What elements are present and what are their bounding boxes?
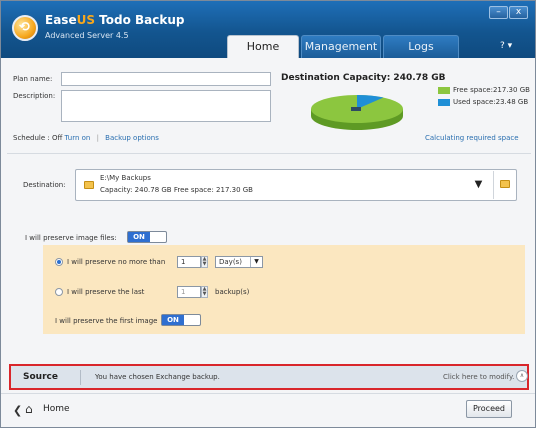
app-logo-icon: ⟲: [12, 15, 38, 41]
schedule-status: Schedule : Off: [13, 134, 63, 142]
description-input[interactable]: [61, 90, 271, 122]
schedule-separator: |: [96, 134, 99, 142]
app-subtitle: Advanced Server 4.5: [45, 31, 129, 40]
plan-name-input[interactable]: [61, 72, 271, 86]
destination-label: Destination:: [23, 181, 66, 189]
preserve-toggle[interactable]: ON: [127, 231, 167, 243]
calculating-space-link[interactable]: Calculating required space: [425, 134, 519, 142]
destination-path: E:\My Backups: [100, 174, 151, 182]
drive-icon: [351, 107, 361, 111]
source-divider: [80, 370, 81, 385]
tab-logs[interactable]: Logs: [383, 35, 459, 58]
preserve-last-spinner[interactable]: ▲ ▼: [201, 286, 208, 298]
destination-dropdown-icon[interactable]: ▼: [468, 171, 489, 199]
divider: [7, 153, 531, 154]
free-space-swatch: [438, 87, 450, 94]
close-button[interactable]: x: [509, 6, 528, 19]
used-space-swatch: [438, 99, 450, 106]
tab-management[interactable]: Management: [301, 35, 381, 58]
destination-field[interactable]: E:\My Backups Capacity: 240.78 GB Free s…: [75, 169, 517, 201]
home-link[interactable]: Home: [43, 404, 70, 414]
app-window: ⟲ EaseUS Todo Backup Advanced Server 4.5…: [0, 0, 536, 428]
home-icon[interactable]: ⌂: [25, 402, 33, 416]
preserve-last-input[interactable]: 1: [177, 286, 201, 298]
preserve-last-radio[interactable]: [55, 288, 63, 296]
description-label: Description:: [13, 92, 56, 100]
backup-options-link[interactable]: Backup options: [105, 134, 159, 142]
free-space-label: Free space:217.30 GB: [453, 86, 530, 94]
preserve-last-label: I will preserve the last: [67, 288, 145, 296]
source-title: Source: [23, 372, 58, 382]
help-menu-icon[interactable]: ? ▾: [500, 41, 512, 51]
source-bar[interactable]: Source You have chosen Exchange backup. …: [9, 364, 529, 390]
select-arrow-icon: ▼: [250, 257, 262, 267]
used-space-label: Used space:23.48 GB: [453, 98, 529, 106]
minimize-button[interactable]: –: [489, 6, 508, 19]
chevron-up-icon[interactable]: ∧: [516, 370, 528, 382]
proceed-button[interactable]: Proceed: [466, 400, 512, 418]
bottom-bar: ❮ ⌂ Home Proceed: [1, 393, 535, 427]
preserve-days-spinner[interactable]: ▲ ▼: [201, 256, 208, 268]
destination-capacity-title: Destination Capacity: 240.78 GB: [281, 73, 446, 83]
preserve-options-panel: I will preserve no more than 1 ▲ ▼ Day(s)…: [43, 245, 525, 334]
browse-folder-button[interactable]: [493, 171, 515, 199]
preserve-first-toggle-on: ON: [162, 315, 184, 325]
preserve-unit-select[interactable]: Day(s) ▼: [215, 256, 263, 268]
preserve-last-unit: backup(s): [215, 288, 250, 296]
preserve-first-toggle[interactable]: ON: [161, 314, 201, 326]
plan-name-label: Plan name:: [13, 75, 53, 83]
folder-icon: [84, 181, 94, 189]
preserve-toggle-on: ON: [128, 232, 150, 242]
turn-on-link[interactable]: Turn on: [65, 134, 91, 142]
preserve-label: I will preserve image files:: [25, 234, 117, 242]
preserve-days-radio[interactable]: [55, 258, 63, 266]
back-arrow-icon[interactable]: ❮: [13, 404, 22, 417]
browse-folder-icon: [500, 180, 510, 188]
source-message: You have chosen Exchange backup.: [95, 373, 220, 381]
preserve-days-label: I will preserve no more than: [67, 258, 166, 266]
tab-home[interactable]: Home: [227, 35, 299, 58]
capacity-pie-chart: [311, 95, 403, 130]
app-title: EaseUS Todo Backup: [45, 13, 185, 27]
schedule-row: Schedule : Off Turn on | Backup options: [13, 134, 159, 142]
title-bar: ⟲ EaseUS Todo Backup Advanced Server 4.5…: [1, 1, 535, 58]
modify-source-link[interactable]: Click here to modify.: [443, 373, 514, 381]
preserve-first-label: I will preserve the first image: [55, 317, 158, 325]
preserve-days-input[interactable]: 1: [177, 256, 201, 268]
destination-details: Capacity: 240.78 GB Free space: 217.30 G…: [100, 186, 253, 194]
